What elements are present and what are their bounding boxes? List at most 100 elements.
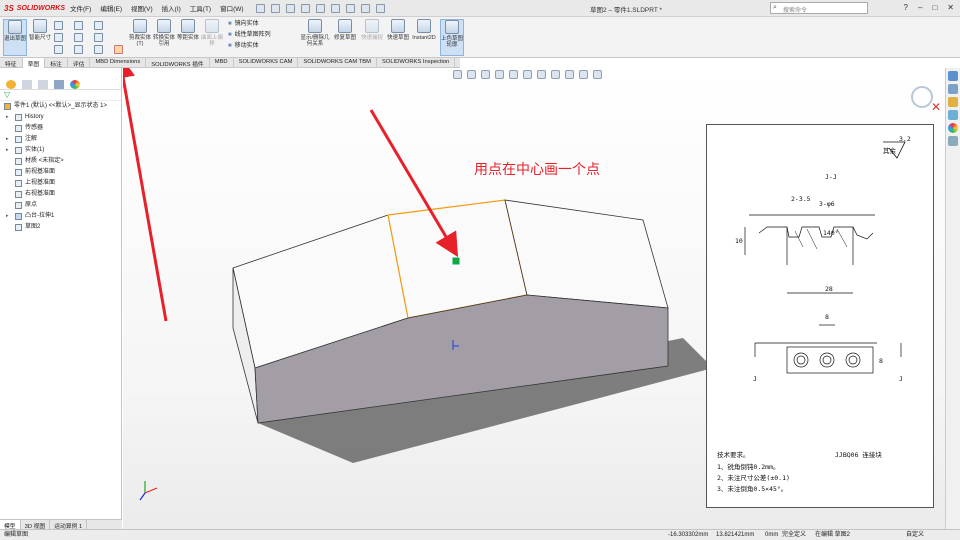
shaded-sketch-contours-button[interactable]: 上色草图轮廓 <box>440 19 464 56</box>
minimize-icon[interactable]: – <box>918 3 922 12</box>
tab-addins[interactable]: SOLIDWORKS 插件 <box>146 58 210 68</box>
tab-mbd-dimensions[interactable]: MBD Dimensions <box>90 58 147 68</box>
tab-inspection[interactable]: SOLIDWORKS Inspection <box>377 58 456 68</box>
feature-tree-icon[interactable] <box>6 80 16 89</box>
select-icon[interactable] <box>345 3 355 13</box>
tree-item-right-plane[interactable]: 右视基准面 <box>2 189 121 200</box>
expand-icon[interactable]: ▸ <box>6 145 9 156</box>
tree-item-front-plane[interactable]: 前视基准面 <box>2 167 121 178</box>
quick-snaps-button[interactable]: 快速捕捉 <box>360 19 384 41</box>
status-z: 0mm <box>765 532 779 538</box>
linear-pattern-item[interactable]: 线性草图阵列 <box>228 30 271 41</box>
instant2d-button[interactable]: Instant2D <box>410 19 438 41</box>
top-face-right[interactable] <box>504 199 669 309</box>
property-manager-icon[interactable] <box>22 80 32 89</box>
smart-dimension-button[interactable]: 智能尺寸 <box>28 19 52 41</box>
tab-motion-study[interactable]: 运动算例 1 <box>50 520 88 530</box>
dim-angle: 140° <box>823 229 839 237</box>
home-icon[interactable] <box>255 3 265 13</box>
tree-item-top-plane[interactable]: 上视基准面 <box>2 178 121 189</box>
design-library-icon[interactable] <box>948 84 958 94</box>
undo-icon[interactable] <box>330 3 340 13</box>
task-pane <box>945 68 960 529</box>
menu-file[interactable]: 文件(F) <box>70 3 91 13</box>
search-input[interactable]: ⌕ 搜索命令 <box>770 2 868 14</box>
open-icon[interactable] <box>285 3 295 13</box>
rebuild-corner-icon[interactable] <box>911 86 933 108</box>
display-manager-icon[interactable] <box>70 80 80 89</box>
display-delete-relations-button[interactable]: 显示/删除几何关系 <box>300 19 330 47</box>
save-icon[interactable] <box>300 3 310 13</box>
close-icon[interactable]: ✕ <box>947 3 954 12</box>
text-icon[interactable] <box>94 45 103 54</box>
offset-on-surface-button[interactable]: 曲面上偏移 <box>200 19 224 47</box>
tree-item-annotations[interactable]: ▸ 注解 <box>2 134 121 145</box>
tab-cam-tbm[interactable]: SOLIDWORKS CAM TBM <box>298 58 377 68</box>
tab-model[interactable]: 模型 <box>0 520 21 530</box>
tab-evaluate[interactable]: 评估 <box>68 58 91 68</box>
line-icon[interactable] <box>54 21 63 30</box>
maximize-icon[interactable]: □ <box>932 3 937 12</box>
tab-features[interactable]: 特征 <box>0 58 23 68</box>
filter-icon[interactable]: ▽ <box>4 90 10 99</box>
status-bar: 编辑草图 -16.303302mm 13.821421mm 0mm 完全定义 在… <box>0 529 960 540</box>
document-title: 草图2 – 零件1.SLDPRT * <box>590 7 663 14</box>
point-icon[interactable] <box>114 45 123 54</box>
menu-edit[interactable]: 编辑(E) <box>100 3 122 13</box>
expand-icon[interactable]: ▸ <box>6 134 9 145</box>
tab-markup[interactable]: 标注 <box>45 58 68 68</box>
tree-root[interactable]: 零件1 (默认) <<默认>_显示状态 1> <box>2 101 121 112</box>
fillet-icon[interactable] <box>74 45 83 54</box>
rectangle-icon[interactable] <box>54 33 63 42</box>
offset-surface-icon <box>205 19 219 33</box>
tab-sketch[interactable]: 草图 <box>22 58 46 68</box>
file-explorer-icon[interactable] <box>948 97 958 107</box>
tab-3d-views[interactable]: 3D 视图 <box>21 520 51 530</box>
tree-item-solid-bodies[interactable]: ▸ 实体(1) <box>2 145 121 156</box>
tree-item-history[interactable]: ▸ History <box>2 112 121 123</box>
config-manager-icon[interactable] <box>38 80 48 89</box>
resources-icon[interactable] <box>948 71 958 81</box>
sketch-point[interactable] <box>452 257 460 265</box>
status-units[interactable]: 自定义 <box>906 530 924 540</box>
help-icon[interactable]: ? <box>904 3 908 12</box>
print-icon[interactable] <box>315 3 325 13</box>
new-icon[interactable] <box>270 3 280 13</box>
view-palette-icon[interactable] <box>948 110 958 120</box>
cancel-sketch-icon[interactable]: ✕ <box>931 100 941 114</box>
spline-icon[interactable] <box>94 21 103 30</box>
exit-sketch-button[interactable]: 退出草图 <box>3 19 27 56</box>
convert-entities-button[interactable]: 转换实体引用 <box>152 19 176 47</box>
appearances-icon[interactable] <box>948 123 958 133</box>
mirror-entities-item[interactable]: 镜向实体 <box>228 19 271 30</box>
slot-icon[interactable] <box>54 45 63 54</box>
tab-cam[interactable]: SOLIDWORKS CAM <box>234 58 299 68</box>
expand-icon[interactable]: ▸ <box>6 112 9 123</box>
expand-icon[interactable]: ▸ <box>6 211 9 222</box>
custom-properties-icon[interactable] <box>948 136 958 146</box>
solidworks-logo[interactable]: 3S SOLIDWORKS <box>0 4 65 13</box>
arc-icon[interactable] <box>74 33 83 42</box>
tree-item-sketch2[interactable]: 草图2 <box>2 222 121 233</box>
tree-item-origin[interactable]: 原点 <box>2 200 121 211</box>
tab-mbd[interactable]: MBD <box>210 58 234 68</box>
tree-filter[interactable]: ▽ <box>0 90 121 101</box>
options-icon[interactable] <box>375 3 385 13</box>
offset-entities-button[interactable]: 等距实体 <box>176 19 200 41</box>
move-entities-item[interactable]: 移动实体 <box>228 41 271 52</box>
feature-manager-panel: ▽ 零件1 (默认) <<默认>_显示状态 1> ▸ History 传感器 ▸ 注… <box>0 68 122 529</box>
menu-window[interactable]: 窗口(W) <box>220 3 243 13</box>
repair-sketch-button[interactable]: 修复草图 <box>333 19 357 41</box>
rebuild-icon[interactable] <box>360 3 370 13</box>
menu-view[interactable]: 视图(V) <box>131 3 153 13</box>
tree-item-material[interactable]: 材质 <未指定> <box>2 156 121 167</box>
menu-insert[interactable]: 插入(I) <box>162 3 181 13</box>
tree-item-boss-extrude[interactable]: ▸ 凸台-拉伸1 <box>2 211 121 222</box>
rapid-sketch-button[interactable]: 快速草图 <box>386 19 410 41</box>
menu-tools[interactable]: 工具(T) <box>190 3 211 13</box>
trim-entities-button[interactable]: 剪裁实体(T) <box>128 19 152 47</box>
polygon-icon[interactable] <box>94 33 103 42</box>
dimxpert-icon[interactable] <box>54 80 64 89</box>
circle-icon[interactable] <box>74 21 83 30</box>
tree-item-sensors[interactable]: 传感器 <box>2 123 121 134</box>
